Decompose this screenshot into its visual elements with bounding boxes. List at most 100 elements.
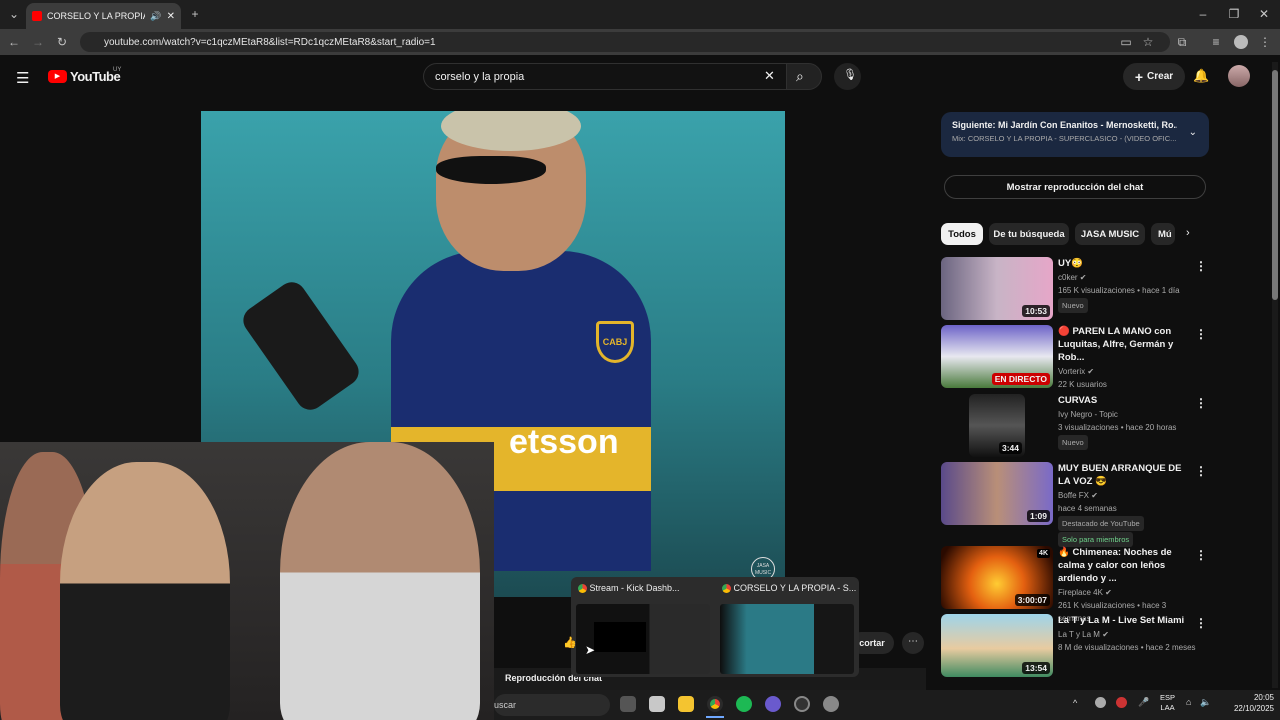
video-thumbnail[interactable]: 4K 3:00:07 [941,546,1053,609]
network-icon[interactable]: ⌂ [1186,697,1191,707]
store-icon[interactable] [649,696,665,712]
rec-title[interactable]: MUY BUEN ARRANQUE DE LA VOZ 😎 [1058,462,1196,488]
voice-search-button[interactable]: 🎙 [834,63,861,90]
show-chat-replay-button[interactable]: Mostrar reproducción del chat [944,175,1206,199]
rec-channel[interactable]: Ivy Negro - Topic [1058,408,1196,421]
chip-de-tu-busqueda[interactable]: De tu búsqueda [989,223,1069,245]
task-view-icon[interactable] [620,696,636,712]
tray-chevron-up-icon[interactable]: ^ [1073,698,1077,708]
settings-gear-icon[interactable] [823,696,839,712]
search-query: corselo y la propia [435,70,525,83]
rec-channel[interactable]: Vorterix [1058,367,1085,376]
recommendation-item[interactable]: 10:53 UY😳 c0ker ✔ 165 K visualizaciones … [941,257,1211,321]
window-close-icon[interactable]: ✕ [1256,6,1272,22]
search-button[interactable]: ⌕ [786,63,822,90]
rec-title[interactable]: CURVAS [1058,394,1196,407]
search-input[interactable]: corselo y la propia [423,63,786,90]
taskbar-clock[interactable]: 20:05 22/10/2025 [1210,692,1274,714]
tray-record-icon[interactable] [1116,697,1127,708]
rec-stats: 8 M de visualizaciones • hace 2 meses [1058,643,1196,652]
like-icon[interactable]: 👍 [563,636,577,649]
tab-search-icon[interactable]: ⌄ [6,6,22,22]
rec-title[interactable]: 🔴 PAREN LA MANO con Luquitas, Alfre, Ger… [1058,325,1196,364]
tray-mic-icon[interactable]: 🎤 [1138,697,1149,708]
taskbar-search[interactable]: uscar [494,694,610,716]
video-thumbnail[interactable]: 10:53 [941,257,1053,320]
more-actions-icon[interactable]: ⋯ [902,632,924,654]
next-up-panel[interactable]: Siguiente: Mi Jardín Con Enanitos - Mern… [941,112,1209,157]
show-chat-label: Mostrar reproducción del chat [1006,181,1144,193]
video-thumbnail[interactable]: 1:09 [941,462,1053,525]
preview-window-1-title[interactable]: Stream - Kick Dashb... [578,583,680,594]
search-icon: ⌕ [796,68,804,84]
tab-close-icon[interactable]: ✕ [167,11,175,22]
forward-icon[interactable]: → [30,34,46,50]
url-field[interactable]: youtube.com/watch?v=c1qczMEtaR8&list=RDc… [80,32,1170,52]
recommendation-item[interactable]: 3:44 CURVAS Ivy Negro - Topic 3 visualiz… [941,394,1211,458]
chip-music[interactable]: Mú [1151,223,1175,245]
more-options-icon[interactable]: ⋮ [1195,548,1207,562]
jersey-crest: CABJ [596,321,634,363]
region-code: UY [113,67,122,73]
create-button[interactable]: + Crear [1123,63,1185,90]
chevron-down-icon[interactable]: ⌄ [1189,127,1197,138]
more-options-icon[interactable]: ⋮ [1195,396,1207,410]
recommendation-item[interactable]: 4K 3:00:07 🔥 Chimenea: Noches de calma y… [941,546,1211,623]
rec-title[interactable]: La T y La M - Live Set Miami [1058,614,1196,627]
recommendation-item[interactable]: EN DIRECTO 🔴 PAREN LA MANO con Luquitas,… [941,325,1211,389]
rec-channel[interactable]: Fireplace 4K [1058,588,1103,597]
reload-icon[interactable]: ↻ [54,34,70,50]
reading-list-icon[interactable]: ≡ [1208,34,1224,50]
scrollbar-thumb[interactable] [1272,70,1278,300]
preview-window-2-title[interactable]: CORSELO Y LA PROPIA - S... [722,583,856,594]
rec-channel[interactable]: Boffe FX [1058,491,1089,500]
browser-menu-icon[interactable]: ⋮ [1259,34,1271,50]
rec-title[interactable]: 🔥 Chimenea: Noches de calma y calor con … [1058,546,1196,585]
file-explorer-icon[interactable] [678,696,694,712]
profile-avatar[interactable] [1234,35,1248,49]
recommendation-item[interactable]: 13:54 La T y La M - Live Set Miami La T … [941,614,1211,678]
more-options-icon[interactable]: ⋮ [1195,464,1207,478]
account-avatar[interactable] [1228,65,1250,87]
rec-channel[interactable]: La T y La M [1058,630,1100,639]
cast-icon[interactable]: ▭ [1118,34,1134,50]
tray-app-icon[interactable] [1095,697,1106,708]
app-circle-icon[interactable] [765,696,781,712]
obs-icon[interactable] [794,696,810,712]
chip-todos[interactable]: Todos [941,223,983,245]
minimize-icon[interactable]: – [1195,6,1211,22]
clear-search-icon[interactable]: ✕ [764,68,775,84]
tab-audio-icon[interactable]: 🔊 [150,11,161,22]
new-tab-icon[interactable]: + [187,6,203,22]
preview-window-2-thumbnail[interactable] [720,604,854,674]
chip-jasa-music[interactable]: JASA MUSIC [1075,223,1145,245]
language-indicator[interactable]: ESP LAA [1160,693,1175,713]
maximize-icon[interactable]: ❐ [1226,6,1242,22]
video-thumbnail[interactable]: EN DIRECTO [941,325,1053,388]
rec-stats: 22 K usuarios [1058,380,1107,389]
video-thumbnail[interactable]: 13:54 [941,614,1053,677]
preview-window-1-thumbnail[interactable] [576,604,710,674]
more-options-icon[interactable]: ⋮ [1195,616,1207,630]
members-only-badge: Solo para miembros [1058,532,1134,547]
notifications-bell-icon[interactable]: 🔔 [1193,68,1209,84]
page-scrollbar[interactable] [1272,62,1278,688]
browser-tab[interactable]: CORSELO Y LA PROPIA - S 🔊 ✕ [26,3,181,29]
chrome-taskbar-icon[interactable] [707,696,723,712]
back-icon[interactable]: ← [6,34,22,50]
extensions-icon[interactable]: ⧉ [1174,34,1190,50]
chips-next-icon[interactable]: › [1186,227,1190,239]
more-options-icon[interactable]: ⋮ [1195,327,1207,341]
rec-title[interactable]: UY😳 [1058,257,1196,270]
more-options-icon[interactable]: ⋮ [1195,259,1207,273]
recommendation-item[interactable]: 1:09 MUY BUEN ARRANQUE DE LA VOZ 😎 Boffe… [941,462,1211,547]
plus-icon: + [1134,68,1144,85]
lang-layout-text: LAA [1160,703,1175,712]
spotify-icon[interactable] [736,696,752,712]
hamburger-menu-icon[interactable]: ☰ [16,69,29,87]
video-thumbnail[interactable]: 3:44 [969,394,1025,457]
chip-label: De tu búsqueda [993,228,1065,240]
youtube-logo[interactable]: ▶ YouTube [48,69,121,84]
bookmark-star-icon[interactable]: ☆ [1140,34,1156,50]
rec-channel[interactable]: c0ker [1058,273,1078,282]
